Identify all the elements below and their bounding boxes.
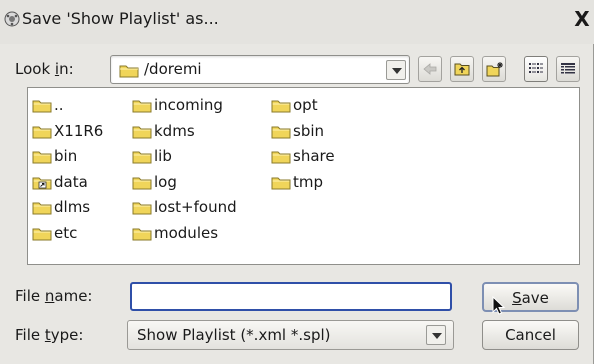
chevron-down-icon[interactable] [426,325,446,345]
parent-directory-button[interactable] [450,56,474,82]
file-name: lib [154,147,172,165]
folder-icon [271,151,291,164]
folder-up-icon [454,63,470,76]
look-in-combo[interactable]: /doremi [110,55,410,84]
detail-view-icon [561,63,575,74]
file-name: tmp [293,172,324,191]
mouse-cursor-icon [492,296,506,315]
file-name: lost+found [154,198,237,216]
folder-icon [119,65,139,78]
app-icon [4,11,20,27]
file-type-value: Show Playlist (*.xml *.spl) [137,326,331,344]
file-name: etc [54,223,78,242]
save-dialog: Save 'Show Playlist' as... X Look in: /d… [0,0,594,364]
back-arrow-icon [423,63,437,75]
file-name: opt [293,96,318,114]
file-name: X11R6 [54,121,104,140]
file-name: bin [54,147,78,165]
title-bar[interactable]: Save 'Show Playlist' as... X [0,0,594,44]
file-name: .. [54,96,64,114]
file-name: sbin [293,121,325,140]
folder-icon [132,228,152,240]
look-in-label: Look in: [15,60,74,78]
file-type-label: File type: [15,326,84,344]
file-list-view[interactable]: .. X11R6 bin data dlms etc incoming kdms lib log l… [27,87,580,265]
file-name: log [154,172,177,191]
folder-icon [32,202,52,215]
file-name: dlms [54,198,91,216]
folder-icon [132,100,152,113]
file-name: kdms [154,121,195,140]
file-type-combo[interactable]: Show Playlist (*.xml *.spl) [127,320,454,350]
file-name: share [293,147,335,165]
folder-link-icon [32,177,52,189]
window-title: Save 'Show Playlist' as... [22,9,219,28]
folder-icon [271,126,291,138]
chevron-down-icon[interactable] [386,60,406,80]
close-icon: X [574,7,590,31]
folder-icon [32,228,52,240]
back-button[interactable] [418,56,442,82]
file-name: modules [154,223,219,242]
folder-icon [132,177,152,189]
new-folder-button[interactable] [482,56,506,82]
file-name-label: File name: [15,287,93,305]
folder-icon [32,126,52,138]
close-button[interactable]: X [570,8,594,30]
look-in-path: /doremi [144,60,202,78]
cancel-button[interactable]: Cancel [482,320,579,350]
folder-icon [132,126,152,138]
folder-icon [132,151,152,164]
folder-icon [32,100,52,113]
new-folder-icon [486,62,503,77]
folder-icon [132,202,152,215]
file-name-input[interactable] [130,282,452,311]
file-name: data [54,172,88,191]
list-view-button[interactable] [524,56,548,82]
folder-icon [271,100,291,113]
folder-icon [271,177,291,189]
folder-icon [32,151,52,164]
detail-view-button[interactable] [556,56,580,82]
file-name: incoming [154,96,223,114]
list-view-icon [529,63,543,73]
